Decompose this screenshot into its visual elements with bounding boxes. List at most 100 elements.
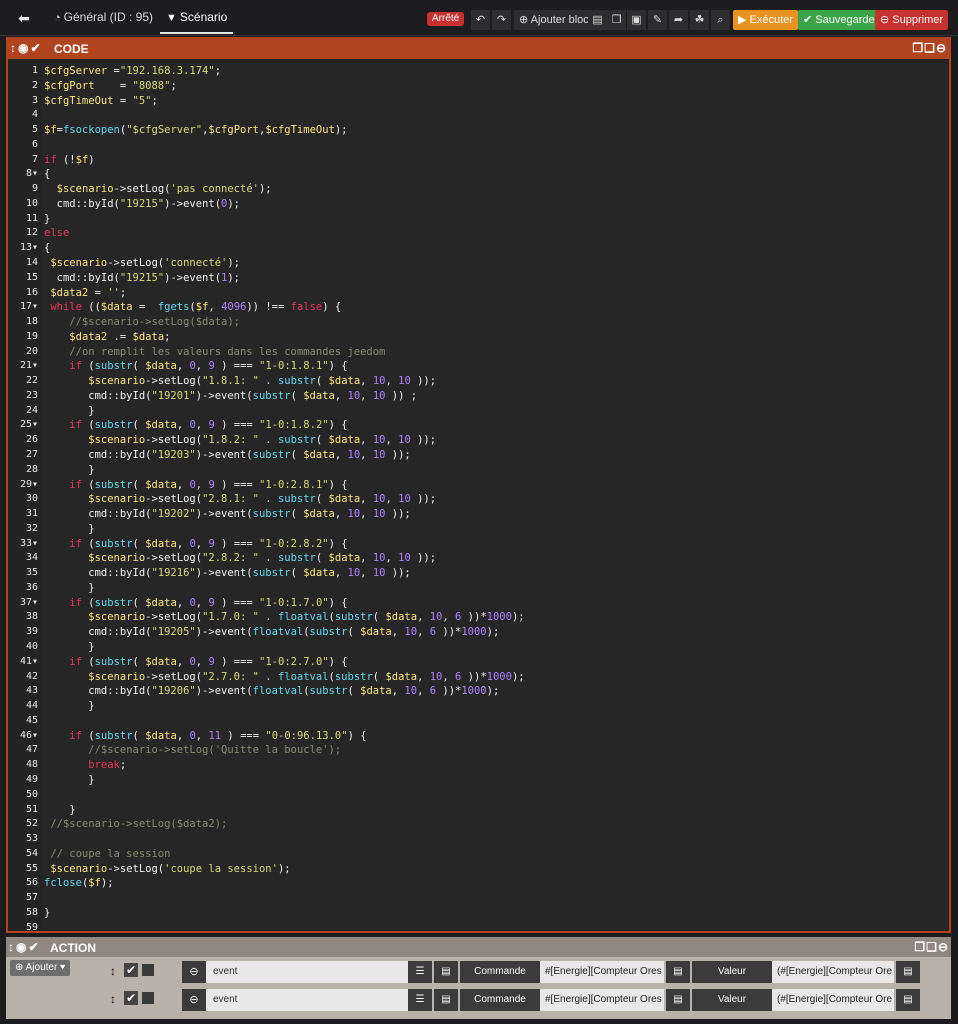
log-button[interactable]: ▤ — [588, 10, 607, 30]
drag-handle-icon[interactable]: ↕ — [110, 992, 116, 1006]
value-input[interactable]: (#[Energie][Compteur Ore — [772, 989, 894, 1011]
options-button[interactable]: ▤ — [434, 961, 458, 983]
line-number: 41▾ — [19, 655, 38, 667]
redo-button[interactable]: ↷ — [492, 10, 511, 30]
value-label: Valeur — [692, 961, 772, 983]
action-expression-input[interactable]: event — [206, 989, 408, 1011]
line-number: 42 — [25, 670, 38, 682]
action-expression-input[interactable]: event — [206, 961, 408, 983]
delete-button[interactable]: ⊖ Supprimer — [875, 10, 949, 30]
edit-icon: ✎ — [652, 14, 663, 26]
copy-button[interactable]: ❐ — [607, 10, 626, 30]
line-number: 11 — [25, 212, 38, 224]
tab-scenario[interactable]: ▼ Scénario — [160, 0, 234, 34]
dependencies-button[interactable]: ☘ — [690, 10, 709, 30]
code-line: if (substr( $data, 0, 9 ) === "1-0:1.7.0… — [69, 596, 348, 609]
code-line: $cfgTimeOut = "5"; — [44, 94, 158, 107]
circle-arrow-left-icon: ⬅ — [18, 10, 30, 26]
line-number: 6 — [31, 138, 38, 150]
remove-icon[interactable]: ⊖ — [938, 940, 949, 954]
line-number: 44 — [25, 700, 38, 712]
remove-icon[interactable]: ⊖ — [936, 41, 947, 55]
code-line: } — [44, 404, 95, 417]
line-number: 33▾ — [19, 537, 38, 549]
code-line: } — [44, 803, 76, 816]
search-button[interactable]: ⌕ — [711, 10, 730, 30]
code-line: cmd::byId("19206")->event(floatval(subst… — [44, 685, 500, 698]
line-number: 8▾ — [25, 168, 38, 180]
command-label: Commande — [460, 961, 540, 983]
code-line: cmd::byId("19203")->event(substr( $data,… — [44, 449, 411, 462]
code-block-header: ↕◉✔ CODE ❐❑⊖ — [8, 39, 949, 59]
options-button[interactable]: ▤ — [434, 989, 458, 1011]
code-line: } — [44, 463, 95, 476]
checkbox-icon[interactable]: ✔ — [28, 940, 40, 954]
code-block-controls: ↕◉✔ — [10, 41, 43, 55]
command-input[interactable]: #[Energie][Compteur Ores — [540, 989, 664, 1011]
select-command-button[interactable]: ▤ — [666, 961, 690, 983]
back-button[interactable]: ⬅ — [10, 8, 38, 28]
enable-checkbox[interactable]: ✔ — [124, 963, 138, 977]
code-line: if (substr( $data, 0, 9 ) === "1-0:2.8.2… — [69, 537, 348, 550]
line-number: 59 — [25, 921, 38, 931]
line-number: 29▾ — [19, 478, 38, 490]
line-number: 38 — [25, 611, 38, 623]
list-button[interactable]: ☰ — [408, 961, 432, 983]
code-editor[interactable]: 1 2 3 4 5 6 7 8▾ 9 10 11 12 13▾ 14 15 16 17▾ 18 19 20 21▾ 22 2… — [10, 61, 947, 931]
code-line: } — [44, 212, 51, 225]
copy-icon[interactable]: ❐ — [914, 940, 926, 954]
parallel-checkbox[interactable] — [142, 992, 154, 1004]
action-block-title: ACTION — [50, 941, 96, 955]
check-circle-icon: ✔ — [803, 14, 813, 26]
checkbox-icon[interactable]: ✔ — [30, 41, 42, 55]
code-line: $cfgPort = "8088"; — [44, 79, 177, 92]
action-row: ↕ ✔ ⊖ event ☰ ▤ Commande #[Energie][Comp… — [6, 961, 951, 983]
select-value-button[interactable]: ▤ — [896, 989, 920, 1011]
line-number: 32 — [25, 522, 38, 534]
code-line: if (!$f) — [44, 153, 95, 166]
line-number: 57 — [25, 892, 38, 904]
code-block-actions: ❐❑⊖ — [912, 41, 947, 55]
code-line: cmd::byId("19202")->event(substr( $data,… — [44, 508, 411, 521]
drag-handle-icon[interactable]: ↕ — [110, 964, 116, 978]
eye-icon[interactable]: ◉ — [18, 41, 30, 55]
action-block-actions: ❐❑⊖ — [914, 940, 949, 954]
save-button[interactable]: ✔ Sauvegarder — [798, 10, 884, 30]
export-button[interactable]: ➦ — [669, 10, 688, 30]
drag-handle-icon[interactable]: ↕ — [8, 940, 16, 954]
execute-label: Exécuter — [749, 14, 793, 26]
value-input[interactable]: (#[Energie][Compteur Ore — [772, 961, 894, 983]
paste-icon[interactable]: ❑ — [924, 41, 936, 55]
drag-handle-icon[interactable]: ↕ — [10, 41, 18, 55]
line-number: 17▾ — [19, 301, 38, 313]
parallel-checkbox[interactable] — [142, 964, 154, 976]
command-input[interactable]: #[Energie][Compteur Ores — [540, 961, 664, 983]
code-line: $scenario->setLog("1.7.0: " . floatval(s… — [88, 611, 525, 624]
tab-general-label: Général (ID : 95) — [63, 10, 154, 24]
copy-icon[interactable]: ❐ — [912, 41, 924, 55]
select-command-button[interactable]: ▤ — [666, 989, 690, 1011]
execute-button[interactable]: ▶ Exécuter — [733, 10, 798, 30]
enable-checkbox[interactable]: ✔ — [124, 991, 138, 1005]
undo-button[interactable]: ↶ — [471, 10, 490, 30]
code-line: } — [44, 641, 95, 654]
select-value-button[interactable]: ▤ — [896, 961, 920, 983]
remove-action-button[interactable]: ⊖ — [182, 961, 206, 983]
line-number: 28 — [25, 463, 38, 475]
list-button[interactable]: ☰ — [408, 989, 432, 1011]
code-line: } — [44, 522, 95, 535]
command-label: Commande — [460, 989, 540, 1011]
template-button[interactable]: ▣ — [627, 10, 646, 30]
code-line: break; — [88, 759, 127, 772]
tab-general[interactable]: ◔ Général (ID : 95) — [48, 0, 159, 34]
remove-action-button[interactable]: ⊖ — [182, 989, 206, 1011]
edit-button[interactable]: ✎ — [648, 10, 667, 30]
paste-icon[interactable]: ❑ — [926, 940, 938, 954]
eye-icon[interactable]: ◉ — [16, 940, 28, 954]
add-block-button[interactable]: ⊕ Ajouter bloc — [514, 10, 594, 30]
line-number: 39 — [25, 626, 38, 638]
list-alt-icon: ▤ — [903, 994, 913, 1005]
code-line: fclose($f); — [44, 877, 114, 890]
code-line: cmd::byId("19215")->event(1); — [44, 271, 241, 284]
code-line: if (substr( $data, 0, 11 ) === "0-0:96.1… — [69, 729, 367, 742]
